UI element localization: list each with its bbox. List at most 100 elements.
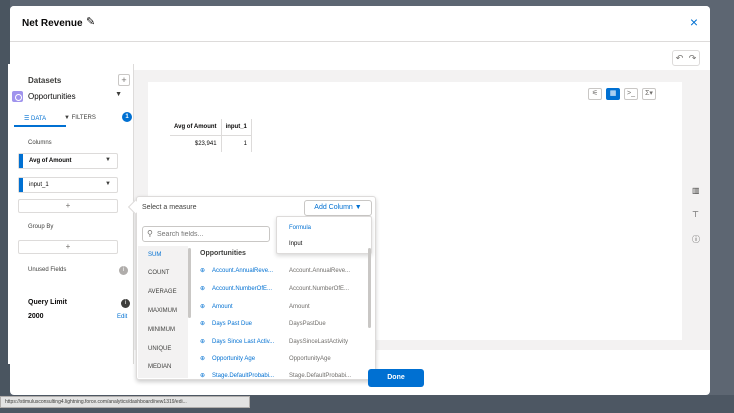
- edit-title-icon[interactable]: ✎: [86, 15, 95, 28]
- table-row: $23,941 1: [170, 135, 252, 152]
- measure-icon: ⊕: [200, 304, 206, 310]
- datasets-title: Datasets: [28, 76, 62, 85]
- table-cell: 1: [221, 135, 252, 152]
- fields-header: Opportunities: [200, 250, 246, 257]
- column-label: Avg of Amount: [29, 158, 72, 164]
- filter-icon[interactable]: ⊤: [692, 210, 699, 219]
- left-panel: [8, 64, 134, 364]
- field-api-name: Account.NumberOfE...: [289, 286, 350, 292]
- field-label: Account.AnnualReve...: [212, 268, 274, 274]
- list-item[interactable]: ⊕ Days Since Last Activ... DaysSinceLast…: [200, 337, 366, 351]
- modal-header: Net Revenue ✎ ×: [10, 6, 710, 42]
- list-item[interactable]: MEDIAN: [148, 364, 171, 370]
- pill-accent: [19, 178, 23, 192]
- tab-filters[interactable]: ▼ FILTERS: [64, 115, 96, 121]
- aggregation-list: SUM COUNT AVERAGE MAXIMUM MINIMUM UNIQUE…: [138, 246, 188, 378]
- list-item[interactable]: ⊕ Account.NumberOfE... Account.NumberOfE…: [200, 284, 366, 298]
- pill-accent: [19, 154, 23, 168]
- query-limit-value: 2000: [28, 313, 44, 320]
- field-label: Opportunity Age: [212, 356, 256, 362]
- info-icon[interactable]: i: [121, 299, 130, 308]
- chevron-down-icon[interactable]: ▼: [105, 181, 111, 187]
- column-pill[interactable]: input_1 ▼: [18, 177, 118, 193]
- column-header[interactable]: Avg of Amount: [170, 119, 222, 136]
- table-cell: $23,941: [170, 135, 222, 152]
- field-label: Account.NumberOfE...: [212, 286, 273, 292]
- measure-icon: ⊕: [200, 373, 206, 379]
- tab-filters-label: FILTERS: [71, 115, 96, 121]
- redo-icon[interactable]: ↷: [686, 51, 699, 65]
- list-item[interactable]: SUM: [148, 252, 161, 258]
- aggregation-scrollbar[interactable]: [188, 248, 191, 318]
- info-icon[interactable]: ⓘ: [692, 234, 700, 245]
- add-column-label: Add Column: [314, 204, 353, 211]
- properties-icon[interactable]: ▥: [692, 186, 700, 195]
- list-item[interactable]: MAXIMUM: [148, 308, 177, 314]
- list-item[interactable]: UNIQUE: [148, 346, 171, 352]
- list-item[interactable]: ⊕ Days Past Due DaysPastDue: [200, 319, 366, 333]
- unused-fields-title: Unused Fields: [28, 267, 67, 273]
- chart-type-icon[interactable]: ⚟: [588, 88, 602, 100]
- chevron-down-icon: ▼: [354, 204, 362, 211]
- add-column-plus-button[interactable]: +: [18, 199, 118, 213]
- chevron-down-icon[interactable]: ▼: [105, 157, 111, 163]
- list-item[interactable]: COUNT: [148, 270, 169, 276]
- search-icon: ⚲: [147, 229, 153, 238]
- undo-redo-group: ↶ ↷: [672, 50, 700, 66]
- tab-data[interactable]: ☰ DATA: [13, 115, 67, 127]
- measure-icon: ⊕: [200, 268, 206, 274]
- list-item[interactable]: ⊕ Opportunity Age OpportunityAge: [200, 354, 366, 368]
- list-item[interactable]: ⊕ Amount Amount: [200, 302, 366, 316]
- column-label: input_1: [29, 182, 49, 188]
- field-label: Stage.DefaultProbabi...: [212, 373, 275, 379]
- field-api-name: Amount: [289, 304, 310, 310]
- add-column-button[interactable]: Add Column ▼: [304, 200, 372, 216]
- field-api-name: Account.AnnualReve...: [289, 268, 351, 274]
- field-label: Days Past Due: [212, 321, 253, 327]
- filters-count-badge: 1: [122, 112, 132, 122]
- table-view-icon[interactable]: ▦: [606, 88, 620, 100]
- add-group-plus-button[interactable]: +: [18, 240, 118, 254]
- results-table: Avg of Amount input_1 $23,941 1: [170, 119, 252, 152]
- status-bar-url: https://stimulusconsulting4.lightning.fo…: [0, 396, 250, 408]
- page-title: Net Revenue: [22, 18, 83, 29]
- measure-icon: ⊕: [200, 286, 206, 292]
- list-item[interactable]: AVERAGE: [148, 289, 177, 295]
- add-column-dropdown: Formula Input: [276, 216, 372, 254]
- field-api-name: DaysSinceLastActivity: [289, 339, 349, 345]
- info-icon[interactable]: i: [119, 266, 128, 275]
- column-pill[interactable]: Avg of Amount ▼: [18, 153, 118, 169]
- menu-item-input[interactable]: Input: [289, 241, 302, 247]
- fields-scrollbar[interactable]: [368, 248, 371, 328]
- done-button[interactable]: Done: [368, 369, 424, 387]
- search-field: ⚲: [142, 226, 270, 242]
- field-api-name: Stage.DefaultProbabi...: [289, 373, 352, 379]
- search-input[interactable]: [157, 229, 265, 240]
- list-item[interactable]: ⊕ Stage.DefaultProbabi... Stage.DefaultP…: [200, 371, 366, 385]
- measure-icon: ⊕: [200, 356, 206, 362]
- select-measure-title: Select a measure: [142, 204, 197, 211]
- menu-item-formula[interactable]: Formula: [289, 225, 311, 231]
- list-item[interactable]: MINIMUM: [148, 327, 175, 333]
- field-label: Amount: [212, 304, 233, 310]
- viz-toolbar: ⚟ ▦ >_ Σ▾: [588, 88, 656, 100]
- dataset-icon: [12, 91, 23, 102]
- saql-icon[interactable]: >_: [624, 88, 638, 100]
- table-header-row: Avg of Amount input_1: [170, 119, 252, 136]
- field-api-name: OpportunityAge: [289, 356, 331, 362]
- panel-tabs: ☰ DATA ▼ FILTERS 1: [12, 112, 132, 128]
- query-limit-title: Query Limit: [28, 299, 67, 306]
- chevron-down-icon: ▼: [115, 91, 122, 98]
- sigma-icon[interactable]: Σ▾: [642, 88, 656, 100]
- add-dataset-button[interactable]: +: [118, 74, 130, 86]
- tab-data-label: DATA: [31, 116, 47, 122]
- column-header[interactable]: input_1: [221, 119, 252, 136]
- group-by-title: Group By: [28, 224, 54, 230]
- dataset-selector[interactable]: Opportunities ▼: [12, 89, 122, 105]
- edit-query-limit-link[interactable]: Edit: [117, 314, 127, 320]
- close-icon[interactable]: ×: [690, 14, 698, 30]
- measure-icon: ⊕: [200, 321, 206, 327]
- list-item[interactable]: ⊕ Account.AnnualReve... Account.AnnualRe…: [200, 266, 366, 280]
- undo-icon[interactable]: ↶: [673, 51, 686, 65]
- measure-icon: ⊕: [200, 339, 206, 345]
